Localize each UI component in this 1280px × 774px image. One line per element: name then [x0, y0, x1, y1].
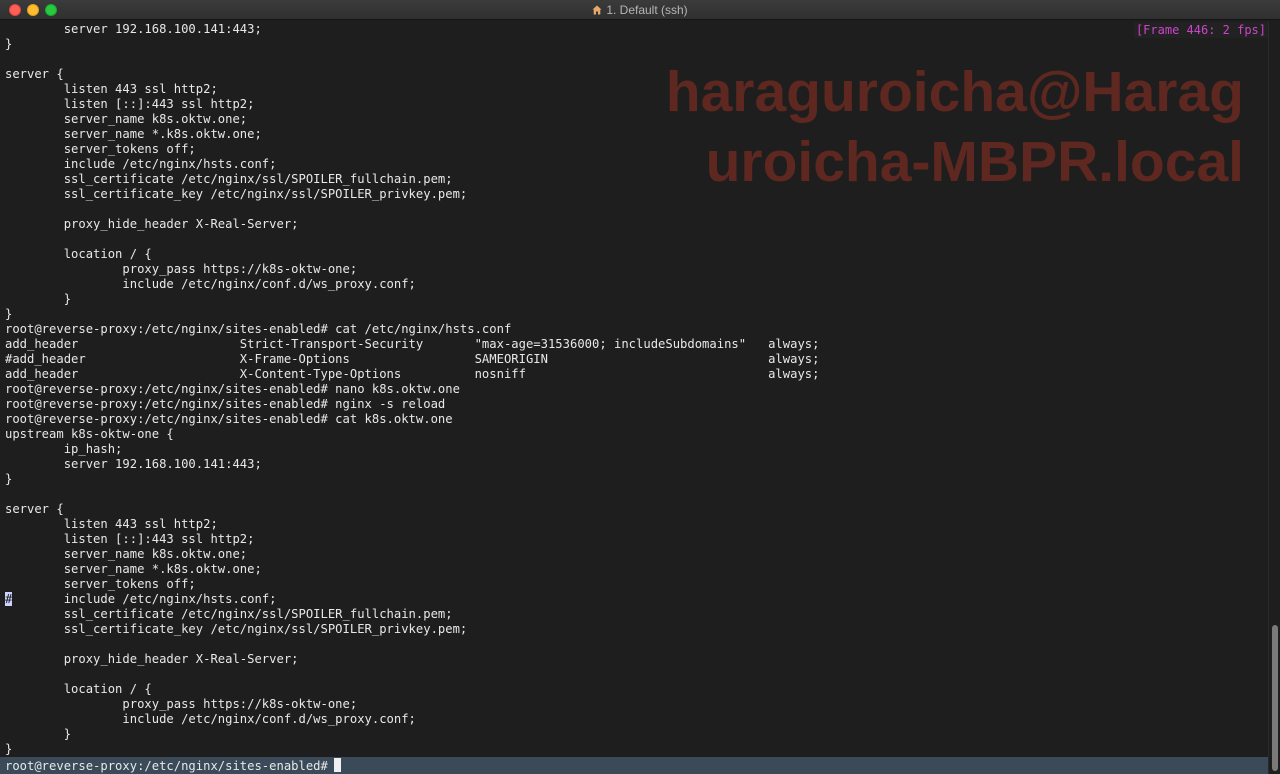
shell-prompt: root@reverse-proxy:/etc/nginx/sites-enab… — [5, 759, 328, 773]
terminal-window: 1. Default (ssh) haraguroicha@Harag uroi… — [0, 0, 1280, 774]
terminal-line: include /etc/nginx/conf.d/ws_proxy.conf; — [5, 277, 416, 291]
terminal-line: add_header X-Content-Type-Options nosnif… — [5, 367, 820, 381]
terminal-line: server_name *.k8s.oktw.one; — [5, 127, 262, 141]
terminal-line: server_name *.k8s.oktw.one; — [5, 562, 262, 576]
terminal-line: listen [::]:443 ssl http2; — [5, 97, 255, 111]
window-title: 1. Default (ssh) — [0, 0, 1280, 20]
terminal-line: root@reverse-proxy:/etc/nginx/sites-enab… — [5, 397, 446, 411]
terminal-line: server_tokens off; — [5, 142, 196, 156]
terminal-line: ssl_certificate_key /etc/nginx/ssl/SPOIL… — [5, 187, 468, 201]
terminal-line: } — [5, 727, 72, 741]
terminal-line: server_tokens off; — [5, 577, 196, 591]
terminal-output[interactable]: haraguroicha@Harag uroicha-MBPR.local se… — [0, 21, 1268, 774]
terminal-line: server { — [5, 502, 64, 516]
terminal-line: add_header Strict-Transport-Security "ma… — [5, 337, 820, 351]
terminal-line: } — [5, 742, 13, 756]
terminal-line: } — [5, 37, 13, 51]
terminal-line: listen 443 ssl http2; — [5, 517, 218, 531]
prompt-text[interactable]: root@reverse-proxy:/etc/nginx/sites-enab… — [5, 758, 341, 773]
terminal-line: server_name k8s.oktw.one; — [5, 112, 248, 126]
terminal-line-text: include /etc/nginx/hsts.conf; — [12, 592, 277, 606]
terminal-line: ssl_certificate /etc/nginx/ssl/SPOILER_f… — [5, 172, 453, 186]
terminal-line: include /etc/nginx/conf.d/ws_proxy.conf; — [5, 712, 416, 726]
home-icon — [592, 5, 602, 15]
terminal-line: proxy_hide_header X-Real-Server; — [5, 652, 299, 666]
terminal-line: location / { — [5, 682, 152, 696]
terminal-line: upstream k8s-oktw-one { — [5, 427, 174, 441]
terminal-line: } — [5, 307, 13, 321]
vertical-scrollbar[interactable] — [1268, 21, 1280, 774]
terminal-lines: server 192.168.100.141:443; } server { l… — [5, 22, 819, 757]
terminal-line: listen 443 ssl http2; — [5, 82, 218, 96]
terminal-line: proxy_pass https://k8s-oktw-one; — [5, 697, 358, 711]
terminal-line: proxy_hide_header X-Real-Server; — [5, 217, 299, 231]
terminal-line: location / { — [5, 247, 152, 261]
terminal-line: server_name k8s.oktw.one; — [5, 547, 248, 561]
scrollbar-thumb[interactable] — [1272, 625, 1278, 771]
terminal-line: ip_hash; — [5, 442, 123, 456]
window-title-text: 1. Default (ssh) — [606, 3, 688, 17]
terminal-line: server { — [5, 67, 64, 81]
terminal-line: root@reverse-proxy:/etc/nginx/sites-enab… — [5, 322, 512, 336]
terminal-line: server 192.168.100.141:443; — [5, 22, 262, 36]
current-prompt-line[interactable]: root@reverse-proxy:/etc/nginx/sites-enab… — [0, 757, 1268, 774]
terminal-line: } — [5, 472, 13, 486]
terminal-line: } — [5, 292, 72, 306]
terminal-line: server 192.168.100.141:443; — [5, 457, 262, 471]
terminal-line: ssl_certificate_key /etc/nginx/ssl/SPOIL… — [5, 622, 468, 636]
terminal-line: ssl_certificate /etc/nginx/ssl/SPOILER_f… — [5, 607, 453, 621]
terminal-line: root@reverse-proxy:/etc/nginx/sites-enab… — [5, 412, 453, 426]
title-bar[interactable]: 1. Default (ssh) — [0, 0, 1280, 20]
terminal-line: root@reverse-proxy:/etc/nginx/sites-enab… — [5, 382, 460, 396]
terminal-line: #add_header X-Frame-Options SAMEORIGIN a… — [5, 352, 820, 366]
terminal-line: include /etc/nginx/hsts.conf; — [5, 157, 277, 171]
text-cursor — [333, 758, 341, 772]
terminal-line-marked: # include /etc/nginx/hsts.conf; — [5, 592, 819, 607]
frame-rate-badge: [Frame 446: 2 fps] — [1133, 22, 1268, 38]
terminal-line: proxy_pass https://k8s-oktw-one; — [5, 262, 358, 276]
terminal-line: listen [::]:443 ssl http2; — [5, 532, 255, 546]
